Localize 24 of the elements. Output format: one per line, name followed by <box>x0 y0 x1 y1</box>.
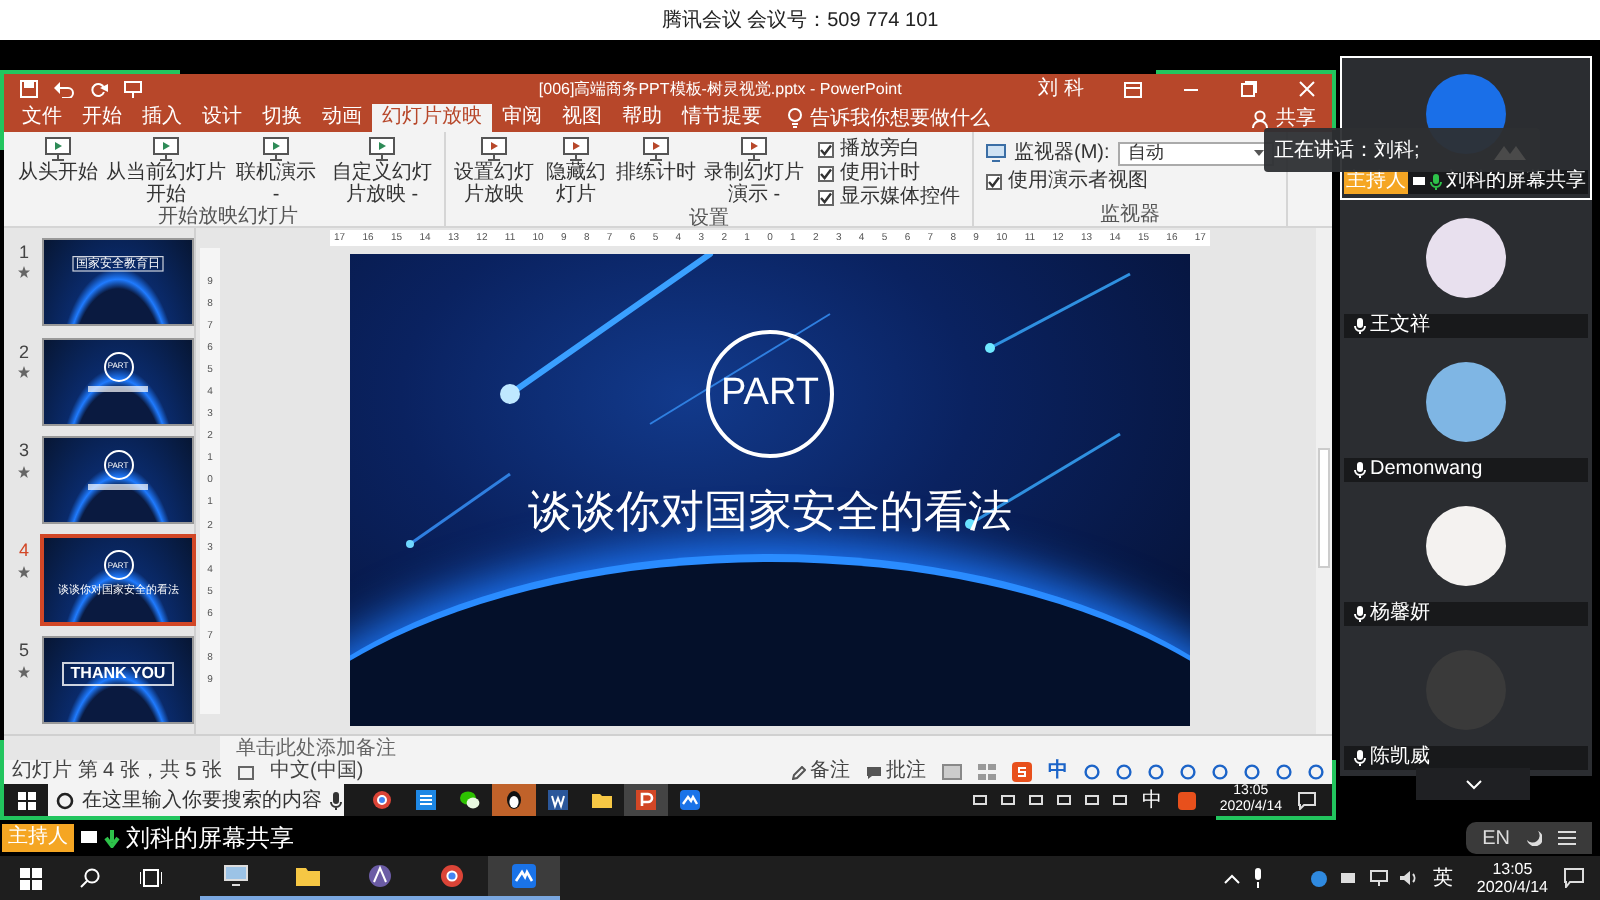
monitor-label: 监视器(M): <box>1014 139 1110 168</box>
speaking-tooltip: 正在讲话：刘科; <box>1264 128 1540 172</box>
slide-number: 4 <box>18 538 29 565</box>
participant-name: 杨馨妍 <box>1370 602 1430 626</box>
group-label: 设置 <box>687 208 731 230</box>
participant-name: 刘科的屏幕共享 <box>1446 170 1586 194</box>
meeting-title: 腾讯会议 会议号：509 774 101 <box>661 7 939 35</box>
group-label: 开始放映幻灯片 <box>156 206 300 228</box>
host-badge: 主持人 <box>2 824 74 852</box>
part-badge: PART <box>706 330 834 458</box>
slide-number: 1 <box>18 239 29 266</box>
window-title: [006]高端商务PPT模板-树灵视觉.pptx - PowerPoint <box>536 77 904 101</box>
slide-number: 3 <box>18 438 29 465</box>
slide-title: 谈谈你对国家安全的看法 <box>528 484 1012 540</box>
thumbnail-title: THANK YOU <box>62 662 174 687</box>
participant-name: 王文祥 <box>1370 314 1430 338</box>
group-label: 监视器 <box>1097 204 1162 226</box>
slide-counter: 幻灯片 第 4 张，共 5 张 <box>12 760 223 784</box>
host-badge: 主持人 <box>1344 170 1408 194</box>
slide-number: 2 <box>18 339 29 366</box>
participant-name: Demonwang <box>1370 458 1483 482</box>
share-label: 刘科的屏幕共享 <box>126 822 294 856</box>
participant-name: 陈凯威 <box>1370 746 1430 770</box>
slide-number: 5 <box>18 638 29 665</box>
